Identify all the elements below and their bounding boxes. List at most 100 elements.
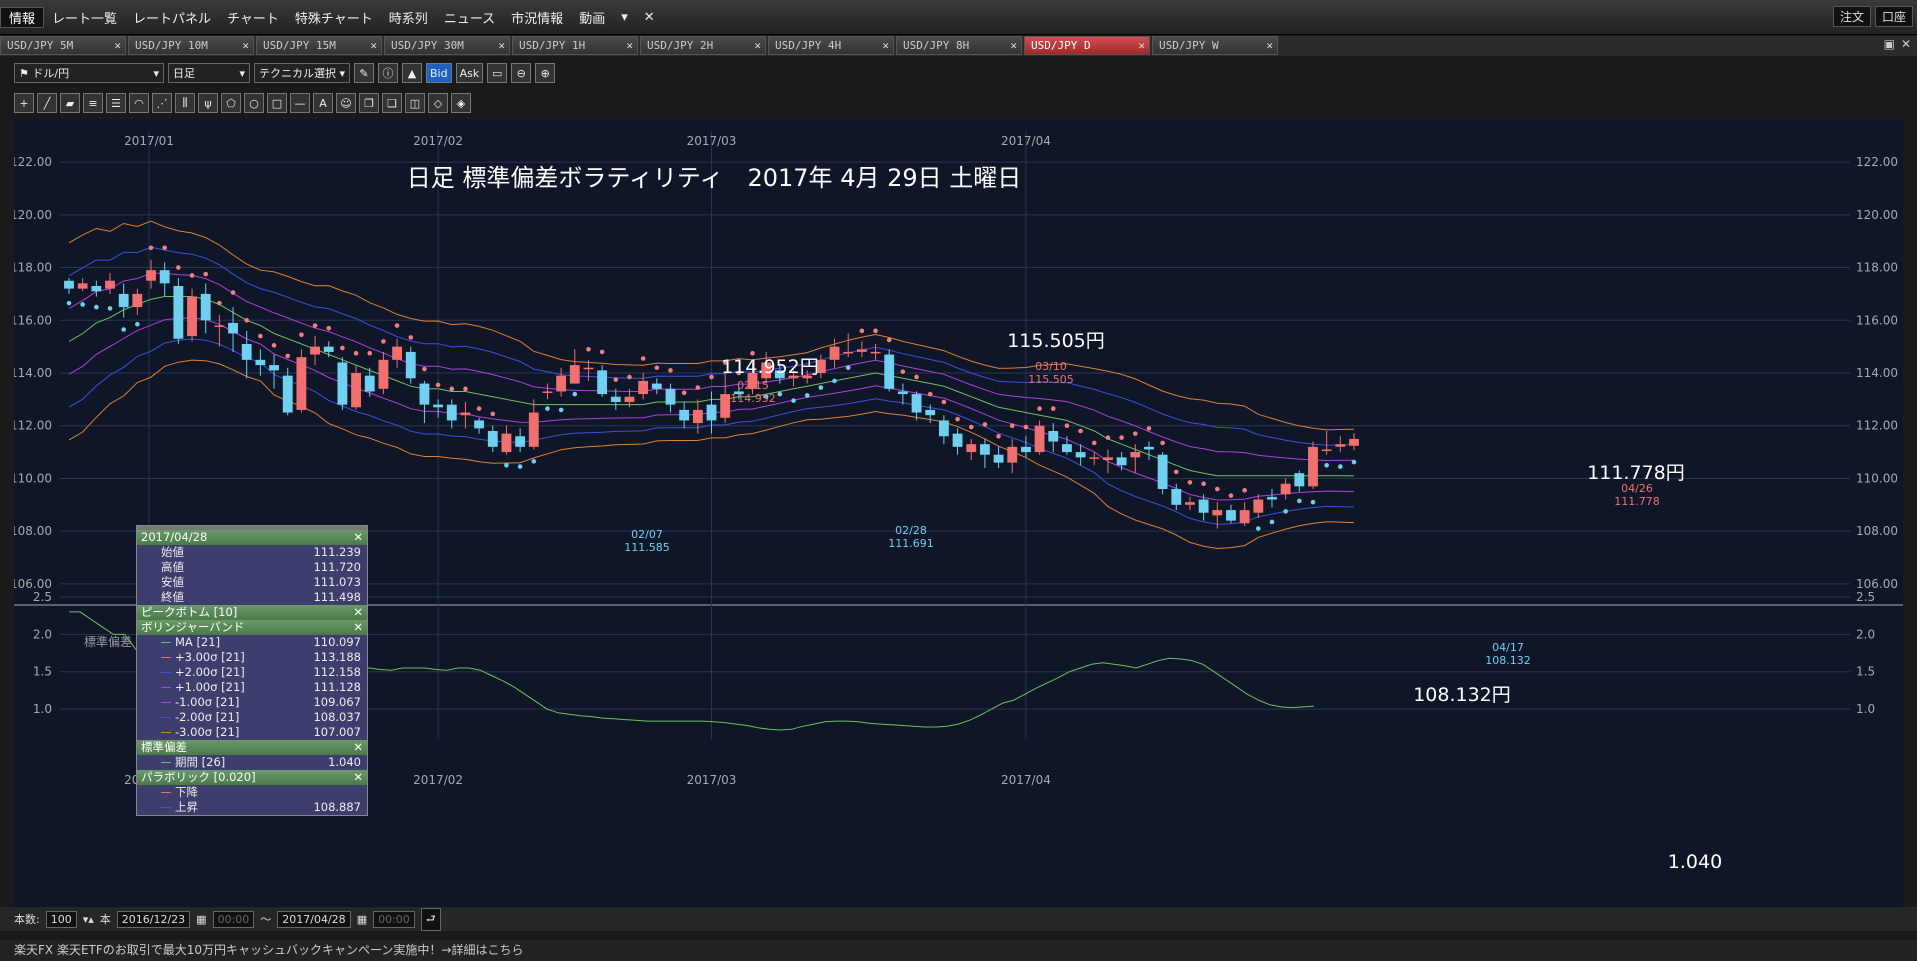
menu-dropdown-icon[interactable]: ▾: [613, 10, 636, 25]
currency-pair-select[interactable]: ⚑ ドル/円 ▾: [14, 63, 164, 83]
text-icon[interactable]: A: [313, 93, 333, 113]
sar-dot: [804, 393, 810, 398]
tab-usd-jpy-8h[interactable]: USD/JPY 8H ✕: [896, 36, 1022, 55]
zoom-in-icon[interactable]: ⊕: [535, 63, 556, 83]
tab-usd-jpy-15m[interactable]: USD/JPY 15M ✕: [256, 36, 382, 55]
period-select[interactable]: 日足 ▾: [168, 63, 250, 83]
tab-usd-jpy-5m[interactable]: USD/JPY 5M ✕: [0, 36, 126, 55]
hline-icon[interactable]: —: [290, 93, 310, 113]
menu-item-info[interactable]: 情報: [0, 6, 45, 28]
polygon-icon[interactable]: ⬠: [221, 93, 241, 113]
trendline-icon[interactable]: ╱: [37, 93, 57, 113]
menu-item-rate-list[interactable]: レート一覧: [44, 8, 125, 27]
menu-item-news[interactable]: ニュース: [436, 8, 503, 27]
zoom-out-icon[interactable]: ⊖: [511, 63, 532, 83]
sar-dot: [1091, 440, 1097, 446]
data-window-row: -2.00σ [21] 108.037: [137, 710, 367, 725]
order-button[interactable]: 注文: [1832, 6, 1871, 27]
candle-body: [597, 370, 608, 395]
copy-icon[interactable]: ❐: [359, 93, 379, 113]
layers-icon[interactable]: ◫: [405, 93, 425, 113]
menu-item-video[interactable]: 動画: [571, 8, 613, 27]
tab-usd-jpy-1h[interactable]: USD/JPY 1H ✕: [512, 36, 638, 55]
menu-item-market-info[interactable]: 市況情報: [503, 8, 571, 27]
price-callout: 111.778円: [1587, 462, 1685, 484]
vertical-lines-icon[interactable]: ⫼: [175, 93, 195, 113]
info-icon[interactable]: ⓘ: [378, 63, 398, 83]
chart-type-icon[interactable]: ▲: [402, 63, 422, 83]
menu-item-chart[interactable]: チャート: [219, 8, 287, 27]
tab-close-icon[interactable]: ✕: [498, 37, 505, 55]
data-window-panel[interactable]: 2017/04/28 ✕ 始値 111.239 高値 111.720 安値 111.073 終…: [136, 525, 368, 816]
fan-icon[interactable]: ⋰: [152, 93, 172, 113]
tab-close-icon[interactable]: ✕: [626, 37, 633, 55]
tab-close-icon[interactable]: ✕: [242, 37, 249, 55]
close-icon[interactable]: ✕: [353, 605, 363, 620]
arc-icon[interactable]: ◠: [129, 93, 149, 113]
close-icon[interactable]: ✕: [353, 530, 363, 545]
count-stepper-icon[interactable]: ▾▴: [83, 913, 94, 926]
crosshair-icon[interactable]: +: [14, 93, 34, 113]
menu-item-special-chart[interactable]: 特殊チャート: [287, 8, 381, 27]
tab-close-icon[interactable]: ✕: [754, 37, 761, 55]
calendar-icon[interactable]: ▦: [357, 913, 367, 926]
bid-button[interactable]: Bid: [426, 63, 452, 83]
candle-body: [64, 280, 74, 289]
sar-dot: [1078, 428, 1083, 434]
candle: [419, 380, 430, 424]
candle-body: [487, 431, 498, 447]
horizontal-lines-icon[interactable]: ≡: [83, 93, 103, 113]
rectangle-icon[interactable]: □: [267, 93, 287, 113]
ruler-icon[interactable]: ▰: [60, 93, 80, 113]
tab-close-icon[interactable]: ✕: [1266, 37, 1273, 55]
eraser-icon[interactable]: ◇: [428, 93, 448, 113]
count-input[interactable]: 100: [45, 910, 77, 928]
restore-window-icon[interactable]: ▣: [1884, 37, 1895, 51]
tab-close-icon[interactable]: ✕: [370, 37, 377, 55]
tab-close-icon[interactable]: ✕: [114, 37, 121, 55]
technical-select[interactable]: テクニカル選択 ▾: [254, 63, 350, 83]
tab-usd-jpy-10m[interactable]: USD/JPY 10M ✕: [128, 36, 254, 55]
emoji-icon[interactable]: ☺: [336, 93, 356, 113]
chart-area[interactable]: 122.00 122.00 120.00 120.00 118.00 118.00 116.…: [10, 119, 1903, 907]
erase-all-icon[interactable]: ◈: [451, 93, 471, 113]
pitchfork-icon[interactable]: ψ: [198, 93, 218, 113]
close-window-icon[interactable]: ✕: [1901, 37, 1911, 51]
sar-dot: [476, 406, 482, 411]
tab-usd-jpy-2h[interactable]: USD/JPY 2H ✕: [640, 36, 766, 55]
tab-usd-jpy-30m[interactable]: USD/JPY 30M ✕: [384, 36, 510, 55]
return-icon[interactable]: ⮐: [420, 907, 441, 931]
tab-usd-jpy-w[interactable]: USD/JPY W ✕: [1152, 36, 1278, 55]
y-tick-label: 108.00: [14, 524, 52, 538]
tab-usd-jpy-4h[interactable]: USD/JPY 4H ✕: [768, 36, 894, 55]
paste-icon[interactable]: ❏: [382, 93, 402, 113]
to-time-input[interactable]: 00:00: [373, 910, 415, 928]
calendar-icon[interactable]: ▦: [196, 913, 206, 926]
menu-item-time-series[interactable]: 時系列: [381, 8, 436, 27]
tab-usd-jpy-d[interactable]: USD/JPY D ✕: [1024, 36, 1150, 55]
compare-icon[interactable]: ▭: [487, 63, 508, 83]
close-icon[interactable]: ✕: [353, 620, 363, 635]
candle-body: [556, 375, 567, 392]
pen-icon[interactable]: ✎: [354, 63, 374, 83]
ask-button[interactable]: Ask: [455, 63, 484, 83]
candle: [1253, 494, 1264, 518]
status-ticker[interactable]: 楽天FX 楽天ETFのお取引で最大10万円キャッシュバックキャンペーン実施中！→…: [0, 940, 1917, 961]
tab-close-icon[interactable]: ✕: [1138, 37, 1145, 55]
to-date-input[interactable]: 2017/04/28: [277, 910, 351, 928]
candle: [337, 357, 348, 410]
close-icon[interactable]: ✕: [353, 770, 363, 785]
tab-close-icon[interactable]: ✕: [882, 37, 889, 55]
menu-item-rate-panel[interactable]: レートパネル: [125, 8, 219, 27]
from-date-input[interactable]: 2016/12/23: [116, 910, 191, 928]
tab-close-icon[interactable]: ✕: [1010, 37, 1017, 55]
account-button[interactable]: 口座: [1874, 6, 1913, 27]
menu-close-icon[interactable]: ✕: [636, 10, 663, 25]
circle-icon[interactable]: ○: [244, 93, 264, 113]
close-icon[interactable]: ✕: [353, 740, 363, 755]
candle: [323, 341, 334, 358]
fibonacci-icon[interactable]: ☰: [106, 93, 126, 113]
candle-body: [1116, 457, 1127, 466]
candle-body: [1185, 502, 1195, 505]
from-time-input[interactable]: 00:00: [212, 910, 255, 928]
